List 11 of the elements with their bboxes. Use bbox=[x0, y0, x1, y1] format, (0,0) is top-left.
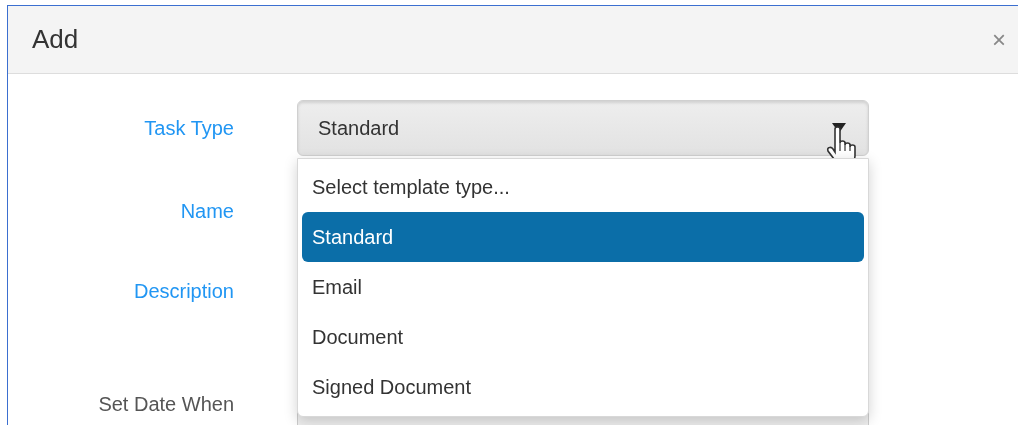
dialog-title: Add bbox=[32, 23, 79, 56]
field-label: Name bbox=[180, 199, 234, 224]
dropdown-option[interactable]: Select template type... bbox=[302, 162, 864, 212]
field-label: Description bbox=[133, 279, 234, 304]
dropdown-option[interactable]: Signed Document bbox=[302, 362, 864, 412]
task-type-select[interactable]: Standard bbox=[297, 100, 869, 156]
dropdown-option[interactable]: Document bbox=[302, 312, 864, 362]
field-label: Set Date When bbox=[98, 392, 234, 417]
field-label: Task Type bbox=[144, 116, 234, 141]
dropdown-option[interactable]: Standard bbox=[302, 212, 864, 262]
dropdown-option[interactable]: Email bbox=[302, 262, 864, 312]
